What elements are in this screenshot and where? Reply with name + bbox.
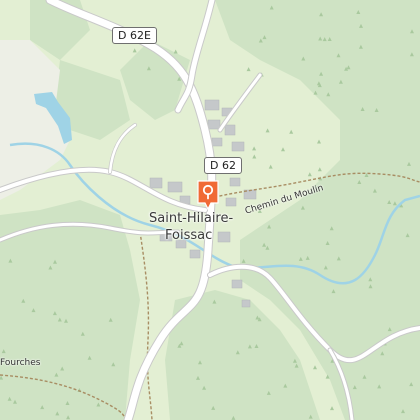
map-pin-icon[interactable] — [196, 180, 220, 210]
map-background — [0, 0, 420, 420]
road-shield-d62e: D 62E — [112, 27, 157, 44]
map-canvas[interactable]: D 62E D 62 Saint-Hilaire- Foissac Chemin… — [0, 0, 420, 420]
road-shield-d62: D 62 — [204, 157, 242, 174]
map-pin-icon-graphic — [197, 180, 219, 210]
path-label-fourches: Fourches — [0, 358, 41, 368]
place-label-line1: Saint-Hilaire- — [149, 211, 234, 226]
place-label-line2: Foissac — [165, 228, 213, 243]
